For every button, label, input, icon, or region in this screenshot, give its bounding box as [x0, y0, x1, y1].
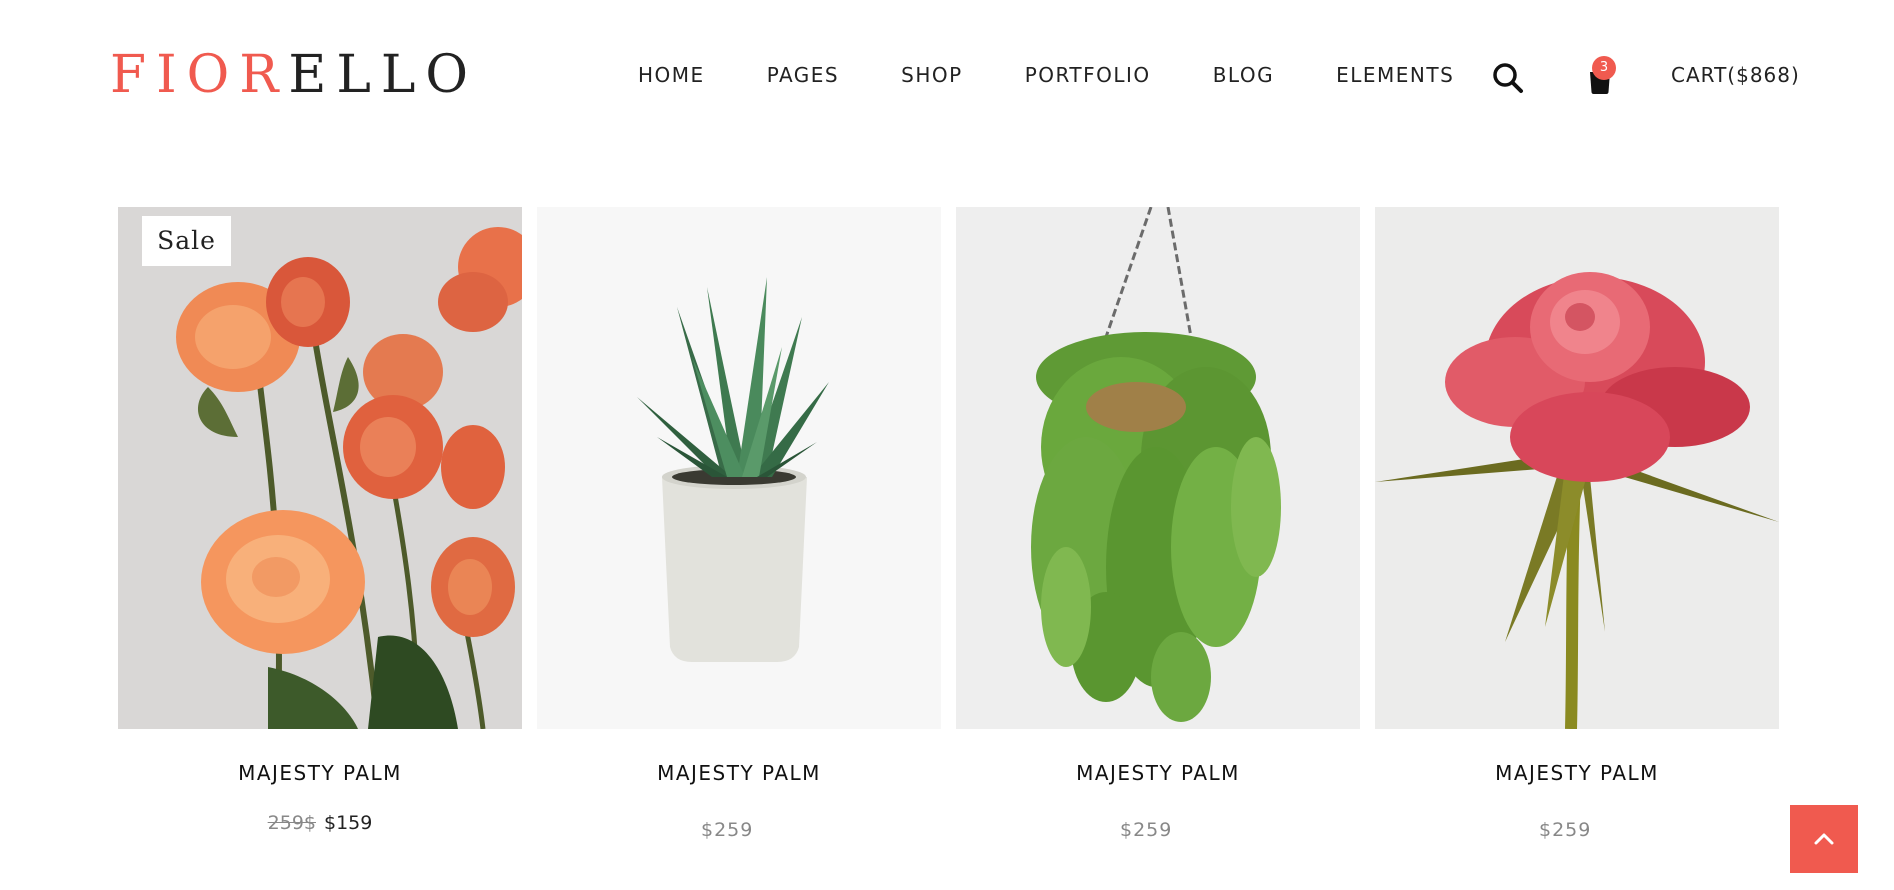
- cart-link[interactable]: CART($868): [1671, 61, 1800, 89]
- site-header: FIORELLO HOME PAGES SHOP PORTFOLIO BLOG …: [0, 0, 1894, 150]
- product-name[interactable]: MAJESTY PALM: [1375, 759, 1779, 787]
- logo-rest-text: ELLO: [288, 45, 479, 105]
- search-icon[interactable]: [1490, 60, 1526, 96]
- product-price: $259: [1120, 819, 1173, 841]
- cart-count-badge: 3: [1592, 56, 1616, 80]
- back-to-top-button[interactable]: [1790, 805, 1858, 873]
- site-logo[interactable]: FIORELLO: [110, 45, 478, 105]
- product-image-aloe-in-concrete-pot[interactable]: [537, 207, 941, 729]
- product-name[interactable]: MAJESTY PALM: [956, 759, 1360, 787]
- nav-item-blog[interactable]: BLOG: [1213, 61, 1274, 89]
- nav-item-shop[interactable]: SHOP: [901, 61, 963, 89]
- logo-accent-text: FIOR: [110, 45, 289, 105]
- product-name[interactable]: MAJESTY PALM: [537, 759, 941, 787]
- product-image-orange-roses[interactable]: Sale: [118, 207, 522, 729]
- product-image-red-rose[interactable]: [1375, 207, 1779, 729]
- price-row: 259$ $159: [118, 810, 522, 836]
- product-name[interactable]: MAJESTY PALM: [118, 759, 522, 787]
- main-nav: HOME PAGES SHOP PORTFOLIO BLOG ELEMENTS: [638, 61, 1454, 89]
- nav-item-elements[interactable]: ELEMENTS: [1336, 61, 1454, 89]
- product-price: $259: [1539, 819, 1592, 841]
- nav-item-portfolio[interactable]: PORTFOLIO: [1025, 61, 1151, 89]
- sale-price: $159: [324, 812, 373, 834]
- sale-badge: Sale: [142, 216, 231, 266]
- chevron-up-icon: [1814, 833, 1834, 845]
- nav-item-pages[interactable]: PAGES: [767, 61, 839, 89]
- old-price: 259$: [267, 812, 316, 834]
- product-price: $259: [701, 819, 754, 841]
- product-image-hanging-fern-basket[interactable]: [956, 207, 1360, 729]
- nav-item-home[interactable]: HOME: [638, 61, 705, 89]
